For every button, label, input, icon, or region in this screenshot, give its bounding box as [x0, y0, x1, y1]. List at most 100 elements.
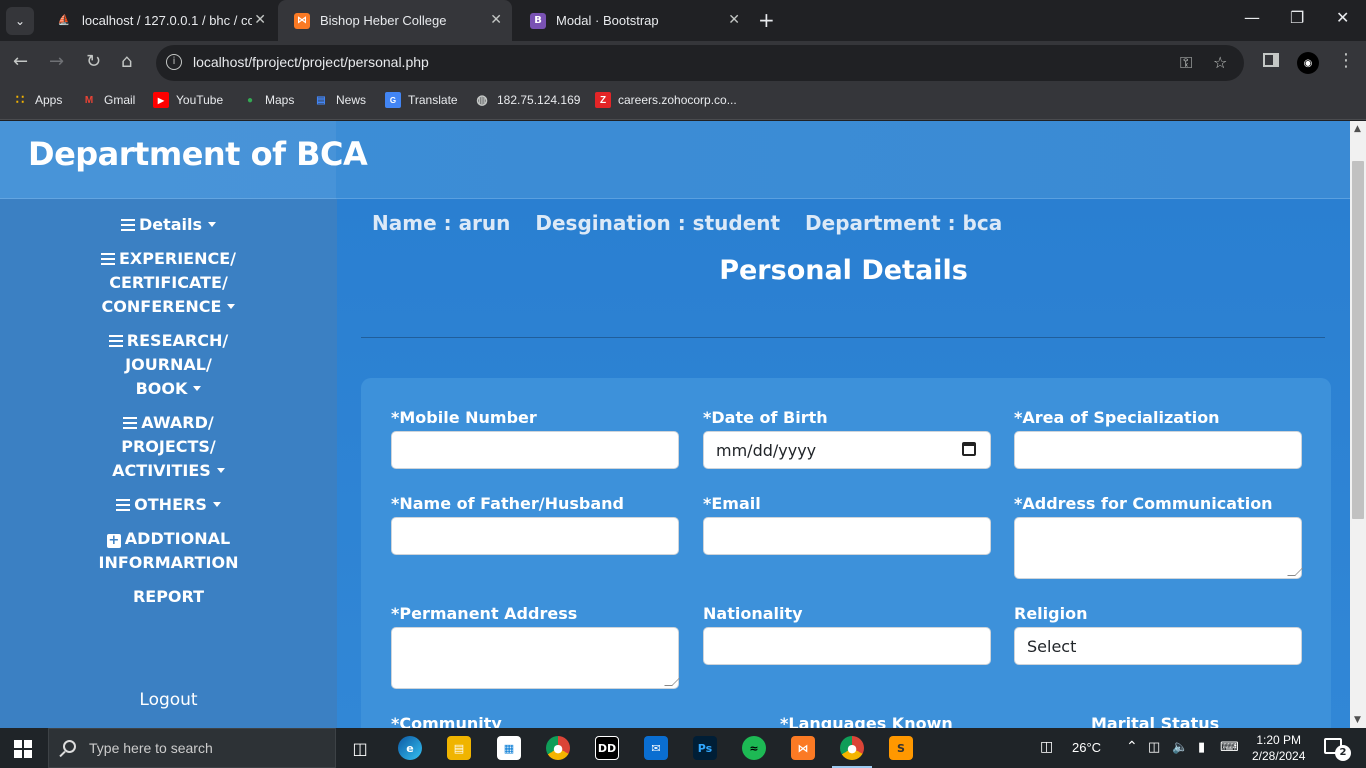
gmail-icon: M: [84, 94, 94, 106]
main-content: Name : arun Desgination : student Depart…: [337, 199, 1350, 728]
tab-search-button[interactable]: ⌄: [6, 7, 34, 35]
bookmark-news[interactable]: ▤ News: [313, 92, 366, 108]
dob-input[interactable]: mm/dd/yyyy: [703, 431, 991, 469]
mail-icon[interactable]: ✉: [644, 736, 668, 760]
chrome-icon[interactable]: ●: [546, 736, 570, 760]
xampp-icon: ⋈: [294, 12, 310, 29]
tab-bishop-heber[interactable]: ⋈ Bishop Heber College ✕: [278, 0, 512, 41]
community-label: *Community: [391, 714, 502, 728]
resize-grip-icon[interactable]: [664, 678, 680, 686]
scroll-up-arrow-icon[interactable]: ▲: [1354, 124, 1361, 134]
microsoft-store-icon[interactable]: ▦: [497, 736, 521, 760]
nationality-input[interactable]: [703, 627, 991, 665]
religion-select[interactable]: Select: [1014, 627, 1302, 665]
restore-icon[interactable]: ❐: [1290, 8, 1304, 27]
spotify-icon[interactable]: ≈: [742, 736, 766, 760]
browser-menu-icon[interactable]: ⋮: [1337, 50, 1355, 71]
profile-avatar[interactable]: ◉: [1297, 52, 1319, 74]
notification-count: 2: [1335, 745, 1351, 761]
notification-center-icon[interactable]: 2: [1324, 738, 1351, 761]
sidebar-label: AWARD/: [141, 413, 214, 432]
search-icon: [63, 740, 76, 753]
home-icon[interactable]: ⌂: [121, 51, 132, 72]
sidebar-item-experience[interactable]: EXPERIENCE/ CERTIFICATE/ CONFERENCE: [0, 247, 337, 319]
sidebar-label: CONFERENCE: [101, 297, 222, 316]
bookmark-label: careers.zohocorp.co...: [618, 93, 737, 107]
password-key-icon[interactable]: ⚿: [1180, 53, 1192, 73]
edge-icon[interactable]: e: [398, 736, 422, 760]
calendar-icon[interactable]: [962, 442, 976, 456]
window-close-icon[interactable]: ✕: [1336, 8, 1349, 27]
taskbar-search[interactable]: Type here to search: [48, 728, 336, 768]
xampp-taskbar-icon[interactable]: ⋈: [791, 736, 815, 760]
father-input[interactable]: [391, 517, 679, 555]
reload-icon[interactable]: ↻: [86, 51, 101, 72]
weather-temp[interactable]: 26°C: [1072, 740, 1101, 755]
globe-icon: ◍: [476, 92, 488, 107]
minimize-icon[interactable]: —: [1244, 8, 1260, 27]
sublime-text-icon[interactable]: S: [889, 736, 913, 760]
address-bar[interactable]: i localhost/fproject/project/personal.ph…: [156, 45, 1244, 81]
bookmark-youtube[interactable]: ▶ YouTube: [153, 92, 223, 108]
sidebar-item-details[interactable]: Details: [0, 213, 337, 237]
page-scrollbar[interactable]: ▲ ▼: [1350, 121, 1366, 728]
tab-phpmyadmin[interactable]: ⛵ localhost / 127.0.0.1 / bhc / con ✕: [40, 0, 276, 41]
file-explorer-icon[interactable]: ▤: [447, 736, 471, 760]
new-tab-button[interactable]: +: [758, 8, 775, 32]
marital-label: Marital Status: [1091, 714, 1220, 728]
resize-grip-icon[interactable]: [1287, 568, 1303, 576]
sidebar-label: CERTIFICATE/: [109, 273, 228, 292]
photoshop-icon[interactable]: Ps: [693, 736, 717, 760]
email-input[interactable]: [703, 517, 991, 555]
sidebar-item-additional-info[interactable]: + ADDTIONAL INFORMARTION: [0, 527, 337, 575]
browser-toolbar: ← → ↻ ⌂ i localhost/fproject/project/per…: [0, 41, 1366, 85]
network-icon[interactable]: ◫: [1148, 739, 1160, 755]
back-arrow-icon[interactable]: ←: [13, 51, 28, 72]
bookmark-label: Translate: [408, 93, 458, 107]
specialization-input[interactable]: [1014, 431, 1302, 469]
sidebar-item-award[interactable]: AWARD/ PROJECTS/ ACTIVITIES: [0, 411, 337, 483]
news-icon: ▤: [316, 94, 326, 106]
weather-icon[interactable]: ◫: [1040, 738, 1053, 755]
clock[interactable]: 1:20 PM 2/28/2024: [1252, 732, 1305, 764]
sidebar: Details EXPERIENCE/ CERTIFICATE/ CONFERE…: [0, 199, 337, 728]
bookmark-zoho[interactable]: Z careers.zohocorp.co...: [595, 92, 737, 108]
task-view-icon[interactable]: ◫: [348, 736, 372, 760]
bookmark-apps[interactable]: ∷ Apps: [12, 92, 63, 108]
caret-down-icon: [208, 222, 217, 227]
close-tab-icon[interactable]: ✕: [254, 12, 266, 28]
tray-chevron-icon[interactable]: ⌃: [1126, 738, 1138, 755]
volume-icon[interactable]: 🔈: [1172, 739, 1188, 755]
nationality-label: Nationality: [703, 604, 803, 623]
url-text[interactable]: localhost/fproject/project/personal.php: [193, 54, 429, 70]
mobile-input[interactable]: [391, 431, 679, 469]
bookmark-translate[interactable]: G Translate: [385, 92, 458, 108]
sidebar-label: ACTIVITIES: [112, 461, 211, 480]
dolby-icon[interactable]: DD: [595, 736, 619, 760]
logout-link[interactable]: Logout: [0, 688, 337, 712]
bookmark-maps[interactable]: ● Maps: [242, 92, 294, 108]
tab-bootstrap-modal[interactable]: B Modal · Bootstrap ✕: [514, 0, 750, 41]
close-tab-icon[interactable]: ✕: [490, 12, 502, 28]
side-panel-icon[interactable]: [1263, 53, 1279, 67]
site-info-icon[interactable]: i: [166, 54, 182, 70]
bookmark-star-icon[interactable]: ☆: [1213, 53, 1227, 72]
caret-down-icon: [193, 386, 202, 391]
scroll-thumb[interactable]: [1352, 161, 1364, 519]
scroll-down-arrow-icon[interactable]: ▼: [1354, 715, 1361, 725]
sidebar-item-research[interactable]: RESEARCH/ JOURNAL/ BOOK: [0, 329, 337, 401]
bookmark-ip[interactable]: ◍ 182.75.124.169: [474, 92, 580, 108]
windows-start-icon[interactable]: [14, 740, 32, 758]
perm-address-textarea[interactable]: [391, 627, 680, 689]
chrome-active-icon[interactable]: ●: [832, 736, 872, 768]
divider: [361, 337, 1325, 338]
comm-address-textarea[interactable]: [1014, 517, 1303, 579]
sidebar-item-report[interactable]: REPORT: [0, 585, 337, 609]
keyboard-icon[interactable]: ⌨: [1220, 739, 1239, 755]
bookmark-gmail[interactable]: M Gmail: [81, 92, 136, 108]
battery-icon[interactable]: ▮: [1198, 739, 1205, 755]
forward-arrow-icon[interactable]: →: [49, 51, 64, 72]
bookmark-label: Maps: [265, 93, 295, 107]
close-tab-icon[interactable]: ✕: [728, 12, 740, 28]
sidebar-item-others[interactable]: OTHERS: [0, 493, 337, 517]
